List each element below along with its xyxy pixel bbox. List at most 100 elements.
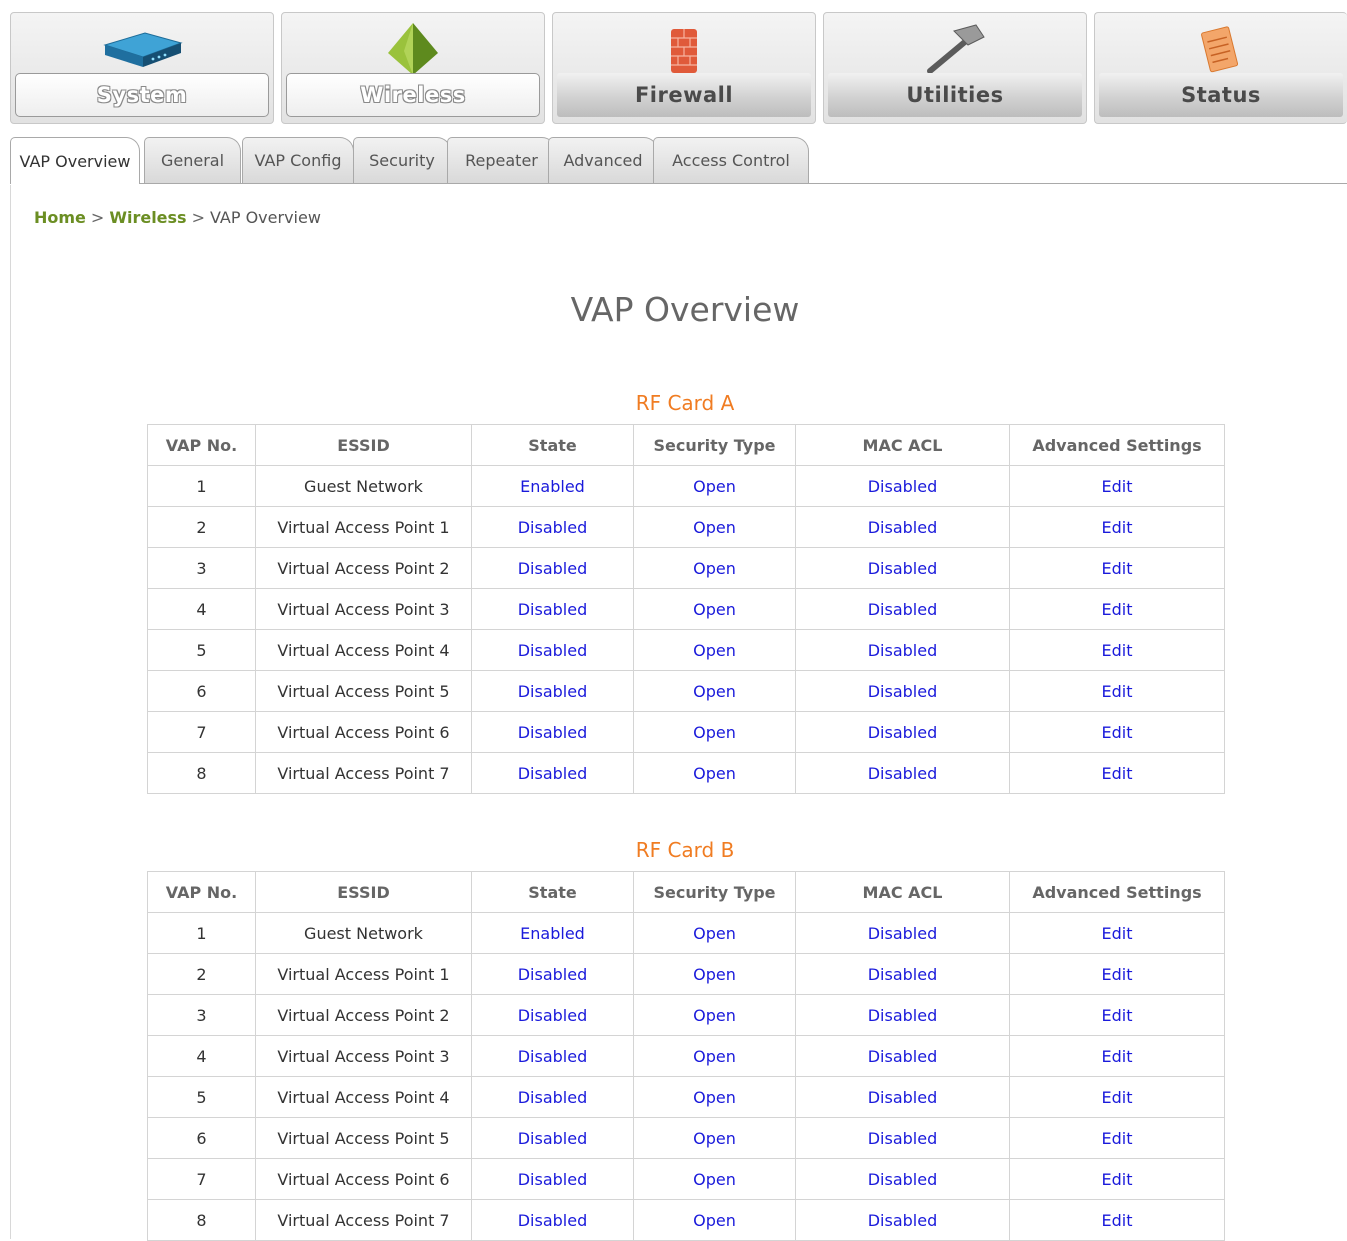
mac-acl-cell: Disabled [795, 1158, 1010, 1200]
edit-link[interactable]: Edit [1102, 924, 1133, 943]
edit-link[interactable]: Edit [1102, 965, 1133, 984]
state-link[interactable]: Disabled [518, 764, 588, 783]
security-type-link[interactable]: Open [693, 1170, 736, 1189]
nav-label: System [15, 73, 269, 117]
security-type-cell: Open [633, 629, 796, 671]
tab-vap-overview[interactable]: VAP Overview [10, 137, 140, 184]
state-cell: Disabled [471, 629, 634, 671]
security-type-link[interactable]: Open [693, 682, 736, 701]
table-row: 5 Virtual Access Point 4 Disabled Open Disab… [147, 629, 1225, 671]
edit-link[interactable]: Edit [1102, 477, 1133, 496]
state-link[interactable]: Disabled [518, 1211, 588, 1230]
edit-link[interactable]: Edit [1102, 1129, 1133, 1148]
tab-vap-config[interactable]: VAP Config [242, 137, 354, 183]
security-type-cell: Open [633, 752, 796, 794]
mac-acl-link[interactable]: Disabled [868, 559, 938, 578]
mac-acl-link[interactable]: Disabled [868, 965, 938, 984]
edit-link[interactable]: Edit [1102, 1006, 1133, 1025]
security-type-link[interactable]: Open [693, 1088, 736, 1107]
firewall-brick-icon [671, 29, 697, 73]
mac-acl-link[interactable]: Disabled [868, 1129, 938, 1148]
state-link[interactable]: Disabled [518, 559, 588, 578]
tab-repeater[interactable]: Repeater [447, 137, 556, 183]
mac-acl-link[interactable]: Disabled [868, 600, 938, 619]
mac-acl-link[interactable]: Disabled [868, 1211, 938, 1230]
mac-acl-cell: Disabled [795, 994, 1010, 1036]
security-type-link[interactable]: Open [693, 1211, 736, 1230]
mac-acl-link[interactable]: Disabled [868, 682, 938, 701]
state-cell: Disabled [471, 1199, 634, 1241]
edit-link[interactable]: Edit [1102, 600, 1133, 619]
security-type-link[interactable]: Open [693, 924, 736, 943]
mac-acl-link[interactable]: Disabled [868, 641, 938, 660]
nav-firewall-button[interactable]: Firewall [552, 12, 816, 124]
nav-system-button[interactable]: System [10, 12, 274, 124]
security-type-link[interactable]: Open [693, 1047, 736, 1066]
column-header: ESSID [255, 871, 472, 913]
edit-link[interactable]: Edit [1102, 559, 1133, 578]
tab-advanced[interactable]: Advanced [548, 137, 658, 183]
state-cell: Disabled [471, 953, 634, 995]
security-type-link[interactable]: Open [693, 965, 736, 984]
table-row: 4 Virtual Access Point 3 Disabled Open Disab… [147, 588, 1225, 630]
state-link[interactable]: Disabled [518, 1047, 588, 1066]
edit-cell: Edit [1009, 994, 1225, 1036]
security-type-link[interactable]: Open [693, 764, 736, 783]
security-type-link[interactable]: Open [693, 1006, 736, 1025]
security-type-link[interactable]: Open [693, 477, 736, 496]
mac-acl-cell: Disabled [795, 711, 1010, 753]
security-type-link[interactable]: Open [693, 1129, 736, 1148]
mac-acl-link[interactable]: Disabled [868, 1006, 938, 1025]
nav-utilities-button[interactable]: Utilities [823, 12, 1087, 124]
edit-link[interactable]: Edit [1102, 1170, 1133, 1189]
edit-link[interactable]: Edit [1102, 518, 1133, 537]
edit-link[interactable]: Edit [1102, 764, 1133, 783]
security-type-link[interactable]: Open [693, 600, 736, 619]
mac-acl-cell: Disabled [795, 912, 1010, 954]
state-link[interactable]: Disabled [518, 1088, 588, 1107]
tab-security[interactable]: Security [353, 137, 451, 183]
nav-wireless-button[interactable]: Wireless [281, 12, 545, 124]
nav-status-button[interactable]: Status [1094, 12, 1347, 124]
state-link[interactable]: Enabled [520, 477, 585, 496]
breadcrumb: Home > Wireless > VAP Overview [34, 208, 321, 227]
security-type-link[interactable]: Open [693, 723, 736, 742]
state-link[interactable]: Disabled [518, 723, 588, 742]
security-type-link[interactable]: Open [693, 559, 736, 578]
mac-acl-link[interactable]: Disabled [868, 1088, 938, 1107]
mac-acl-link[interactable]: Disabled [868, 764, 938, 783]
security-type-cell: Open [633, 912, 796, 954]
edit-link[interactable]: Edit [1102, 682, 1133, 701]
edit-link[interactable]: Edit [1102, 641, 1133, 660]
mac-acl-link[interactable]: Disabled [868, 924, 938, 943]
state-link[interactable]: Disabled [518, 1170, 588, 1189]
state-link[interactable]: Disabled [518, 1006, 588, 1025]
mac-acl-link[interactable]: Disabled [868, 518, 938, 537]
edit-link[interactable]: Edit [1102, 723, 1133, 742]
state-link[interactable]: Disabled [518, 600, 588, 619]
security-type-link[interactable]: Open [693, 641, 736, 660]
tab-access-control[interactable]: Access Control [653, 137, 809, 183]
state-link[interactable]: Disabled [518, 641, 588, 660]
mac-acl-link[interactable]: Disabled [868, 477, 938, 496]
mac-acl-link[interactable]: Disabled [868, 1170, 938, 1189]
edit-link[interactable]: Edit [1102, 1088, 1133, 1107]
state-link[interactable]: Disabled [518, 518, 588, 537]
edit-cell: Edit [1009, 1158, 1225, 1200]
state-link[interactable]: Disabled [518, 682, 588, 701]
security-type-cell: Open [633, 711, 796, 753]
breadcrumb-wireless-link[interactable]: Wireless [109, 208, 186, 227]
state-link[interactable]: Disabled [518, 965, 588, 984]
breadcrumb-current: VAP Overview [209, 208, 321, 227]
mac-acl-link[interactable]: Disabled [868, 1047, 938, 1066]
security-type-link[interactable]: Open [693, 518, 736, 537]
edit-link[interactable]: Edit [1102, 1047, 1133, 1066]
mac-acl-link[interactable]: Disabled [868, 723, 938, 742]
security-type-cell: Open [633, 1199, 796, 1241]
edit-cell: Edit [1009, 670, 1225, 712]
state-link[interactable]: Disabled [518, 1129, 588, 1148]
state-link[interactable]: Enabled [520, 924, 585, 943]
edit-link[interactable]: Edit [1102, 1211, 1133, 1230]
breadcrumb-home-link[interactable]: Home [34, 208, 86, 227]
tab-general[interactable]: General [144, 137, 241, 183]
